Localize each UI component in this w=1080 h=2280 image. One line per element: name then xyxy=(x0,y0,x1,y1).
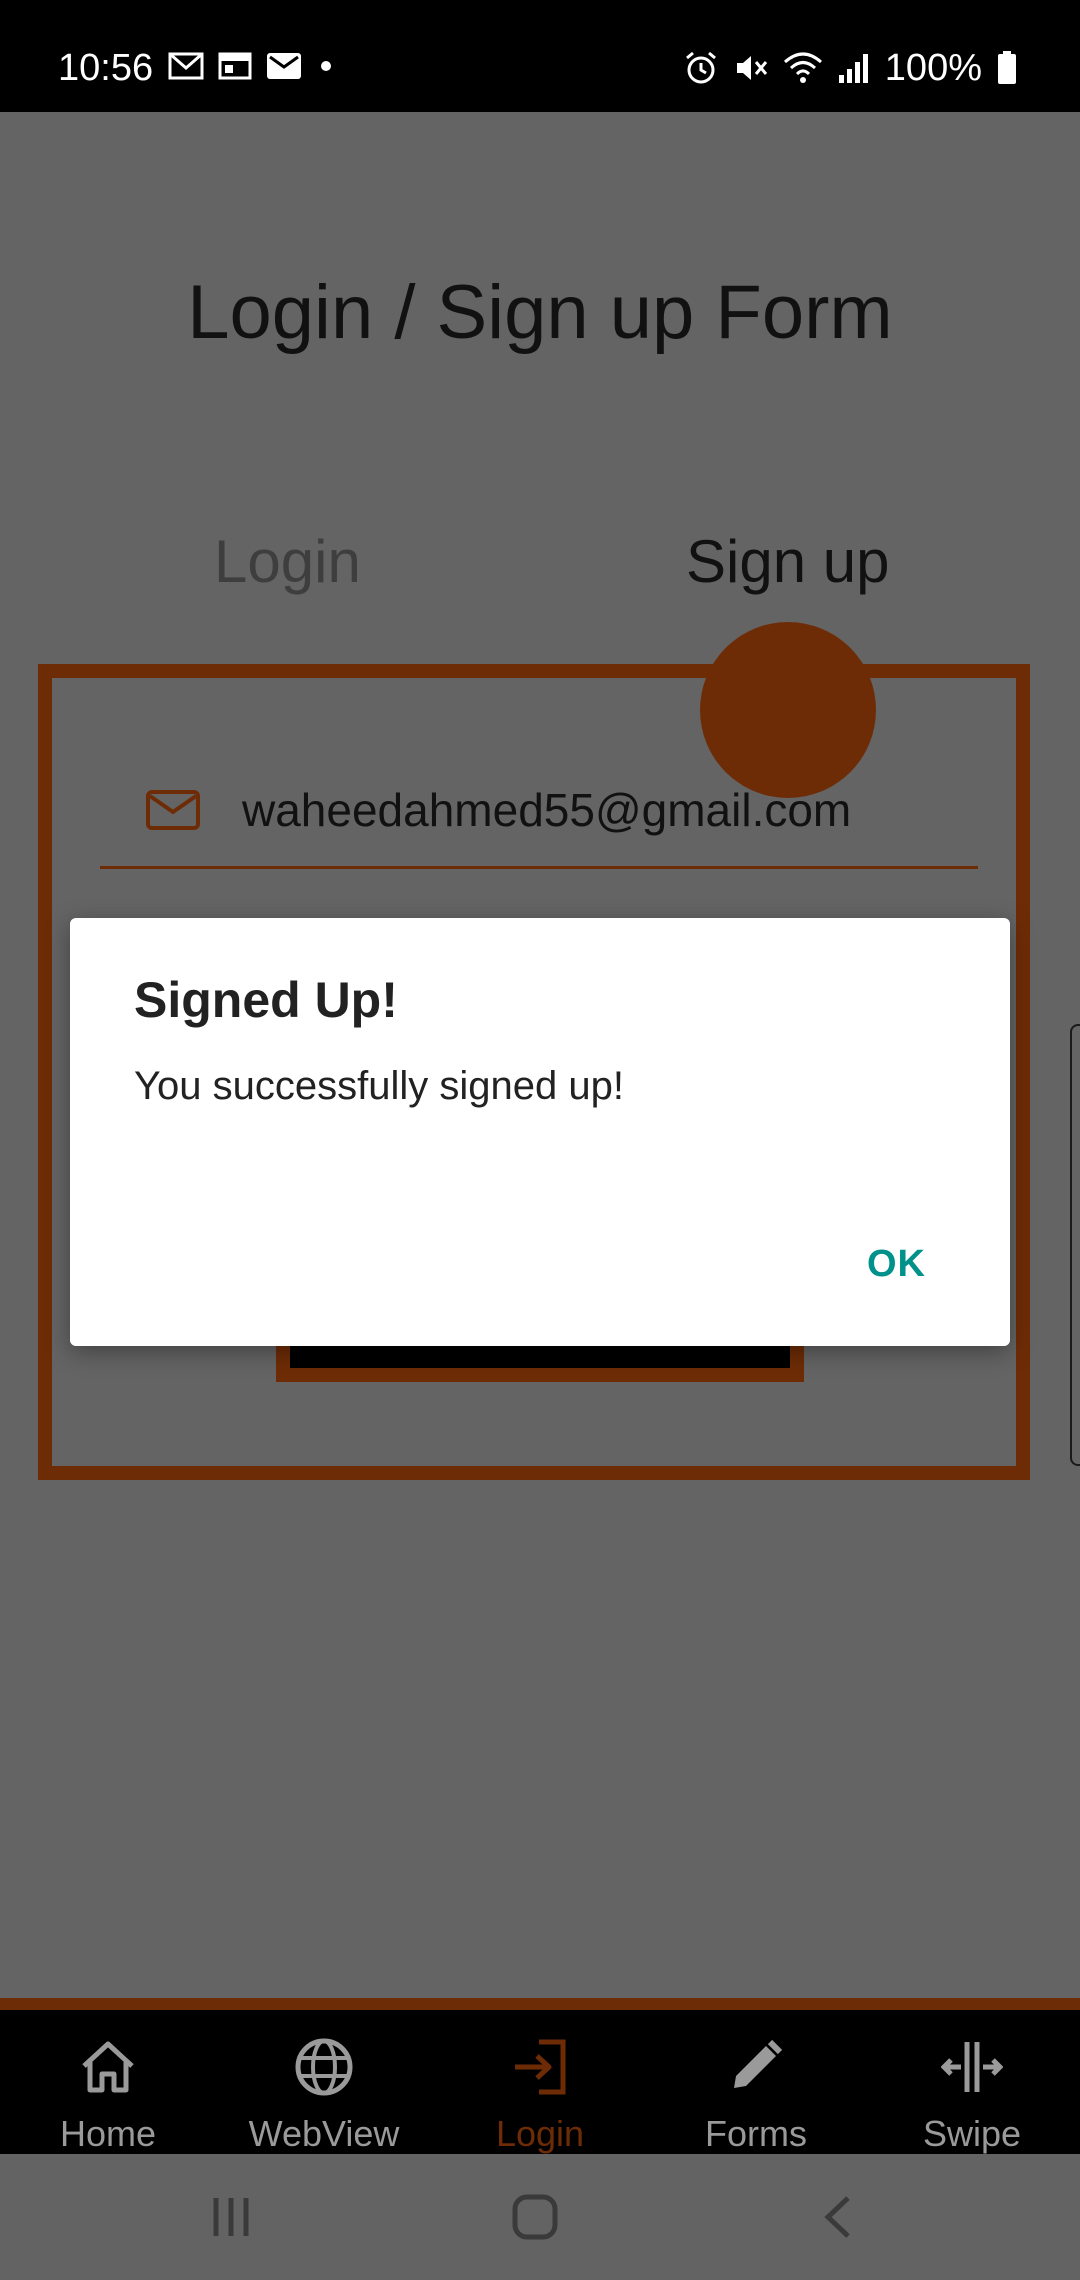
tab-signup[interactable]: Sign up xyxy=(686,522,890,602)
nav-label-login: Login xyxy=(495,2113,585,2154)
globe-icon xyxy=(295,2038,353,2096)
swipe-icon xyxy=(941,2042,1003,2092)
scroll-indicator xyxy=(1070,1024,1080,1466)
page-title: Login / Sign up Form xyxy=(187,270,893,355)
signup-success-dialog: Signed Up! You successfully signed up! O… xyxy=(70,918,1010,1346)
nav-item-webview[interactable]: WebView xyxy=(224,2022,424,2154)
mail-icon xyxy=(146,790,200,830)
login-icon xyxy=(515,2039,566,2095)
mute-icon xyxy=(736,56,767,80)
nav-label-webview: WebView xyxy=(248,2113,400,2154)
nav-item-login[interactable]: Login xyxy=(440,2022,640,2154)
dot-icon xyxy=(321,61,331,71)
mail-icon xyxy=(267,53,301,79)
home-icon xyxy=(82,2041,134,2093)
gmail-icon xyxy=(168,52,204,80)
status-bar: 10:56 100% xyxy=(0,0,1080,112)
pencil-icon xyxy=(734,2039,783,2088)
status-system-icons: 100% xyxy=(683,44,1018,92)
wifi-icon xyxy=(783,52,822,83)
nav-label-home: Home xyxy=(59,2113,157,2154)
status-time: 10:56 xyxy=(58,47,154,89)
email-field[interactable]: waheedahmed55@gmail.com xyxy=(100,760,978,869)
calendar-icon xyxy=(218,52,252,80)
recent-apps-icon[interactable] xyxy=(206,2192,256,2242)
battery-percentage: 100% xyxy=(884,47,982,89)
nav-item-home[interactable]: Home xyxy=(8,2022,208,2154)
nav-label-forms: Forms xyxy=(705,2113,807,2154)
alarm-icon xyxy=(685,51,716,84)
email-input-value[interactable]: waheedahmed55@gmail.com xyxy=(242,782,851,838)
status-notification-icons xyxy=(168,50,336,82)
dialog-ok-button[interactable]: OK xyxy=(867,1240,926,1288)
dialog-title: Signed Up! xyxy=(134,972,398,1028)
nav-item-forms[interactable]: Forms xyxy=(656,2022,856,2154)
battery-icon xyxy=(998,51,1016,84)
tab-login[interactable]: Login xyxy=(214,522,361,602)
signal-icon xyxy=(838,54,868,83)
home-button-icon[interactable] xyxy=(510,2192,560,2242)
bottom-navigation: Home WebView Login Forms Swipe xyxy=(0,1998,1080,2154)
nav-label-swipe: Swipe xyxy=(922,2113,1022,2154)
dialog-message: You successfully signed up! xyxy=(134,1064,624,1108)
system-navigation-bar xyxy=(0,2154,1080,2280)
back-icon[interactable] xyxy=(814,2192,864,2242)
nav-item-swipe[interactable]: Swipe xyxy=(872,2022,1072,2154)
